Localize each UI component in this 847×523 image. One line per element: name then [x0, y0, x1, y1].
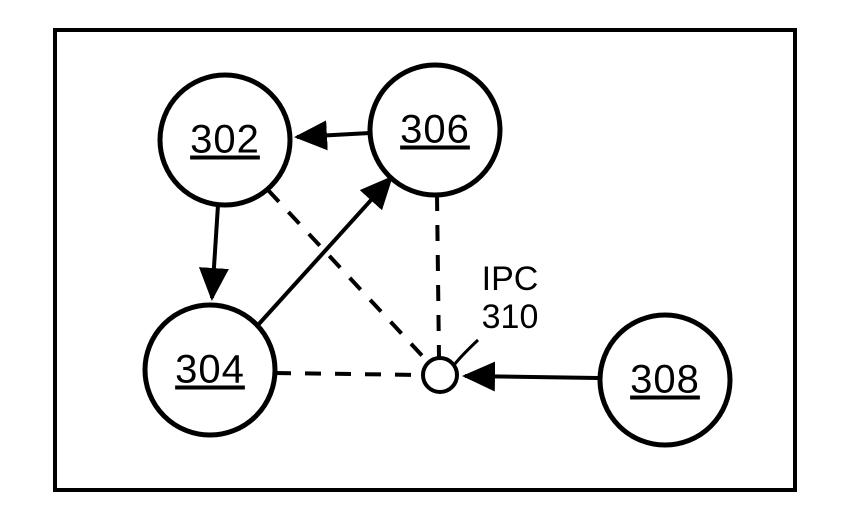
- diagram-svg: [0, 0, 847, 523]
- edge-302-to-ipc: [268, 190, 428, 362]
- ipc-label-leader: [454, 340, 478, 365]
- edge-306-to-302: [297, 133, 370, 137]
- node-306: [370, 65, 500, 195]
- edge-308-to-ipc: [465, 376, 598, 378]
- node-304: [145, 305, 275, 435]
- edge-306-to-ipc: [437, 195, 439, 358]
- edge-302-to-304: [212, 205, 218, 298]
- node-308: [600, 315, 730, 445]
- node-ipc: [423, 358, 457, 392]
- node-302: [160, 75, 290, 205]
- edge-304-to-ipc: [275, 373, 423, 375]
- diagram-canvas: 302 306 304 308 IPC 310: [0, 0, 847, 523]
